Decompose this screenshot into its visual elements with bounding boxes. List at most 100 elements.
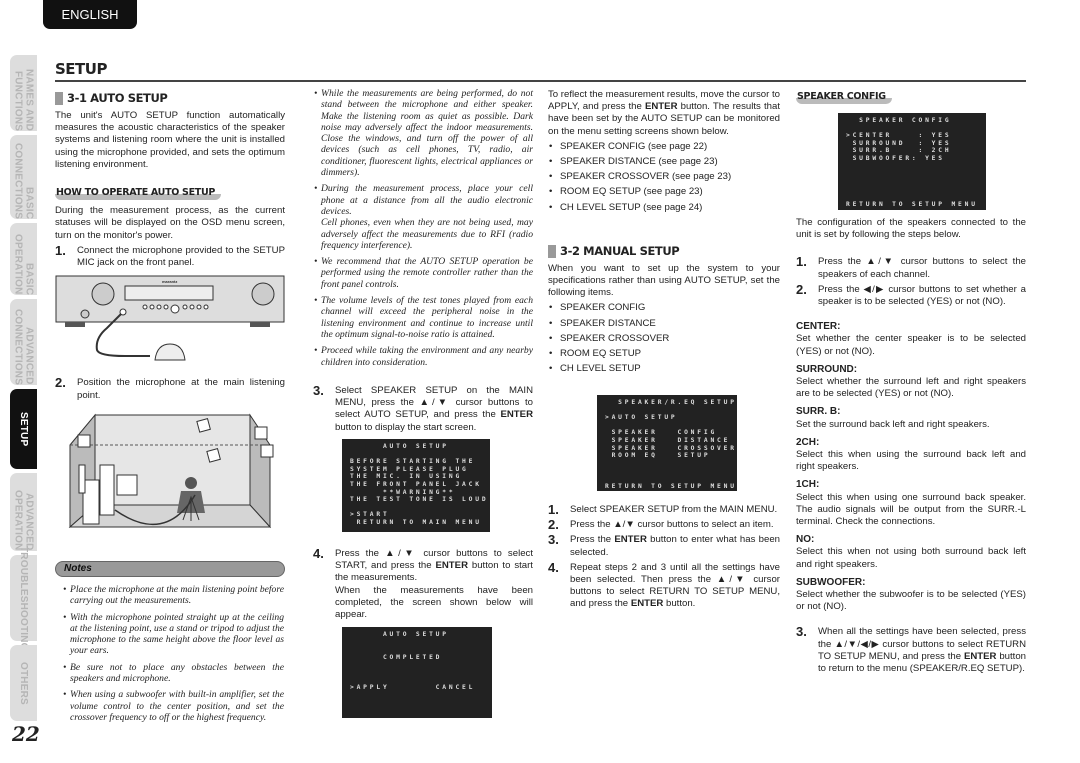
term: CENTER: (796, 321, 841, 333)
term-desc: Select whether the subwoofer is to be se… (796, 589, 1026, 613)
step-text: button. (663, 598, 696, 610)
side-tab-advanced-operation[interactable]: ADVANCED OPERATION (10, 473, 37, 551)
section-heading: 3-1 AUTO SETUP (55, 92, 285, 105)
step-bold: ENTER (500, 409, 533, 421)
title-rule (55, 80, 1026, 82)
step-2: 2. Position the microphone at the main li… (55, 375, 285, 401)
heading-marker (548, 244, 556, 258)
step-text: Press the ▲/▼ cursor buttons to select t… (818, 256, 1026, 280)
column-auto-setup: 3-1 AUTO SETUP The unit's AUTO SETUP fun… (55, 92, 285, 539)
receiver-microphone-illustration: marantz (55, 275, 285, 361)
caution-item: During the measurement process, place yo… (313, 183, 533, 251)
osd-auto-setup-start: AUTO SETUP BEFORE STARTING THE SYSTEM PL… (342, 439, 490, 532)
paragraph: To reflect the measurement results, move… (548, 89, 780, 138)
step-bold: ENTER (963, 650, 997, 662)
term-desc: Select whether the surround left and rig… (796, 376, 1026, 400)
caution-item: We recommend that the AUTO SETUP operati… (313, 256, 533, 290)
side-tab-label: ADVANCED CONNECTIONS (12, 308, 35, 385)
reference-item: SPEAKER CONFIG (see page 22) (548, 141, 780, 153)
side-tab-troubleshooting[interactable]: TROUBLESHOOTING (10, 546, 37, 650)
side-tab-others[interactable]: OTHERS (10, 645, 37, 721)
side-tab-label: OTHERS (18, 661, 29, 705)
notes-header: Notes (55, 561, 285, 577)
list-item: SPEAKER CONFIG (548, 302, 780, 314)
list-item: SPEAKER CROSSOVER (548, 333, 780, 345)
caution-list: While the measurements are being perform… (313, 88, 533, 368)
column-auto-setup-cont: While the measurements are being perform… (313, 88, 533, 373)
step-1: 1. Connect the microphone provided to the… (55, 242, 285, 269)
step-4: 4. Press the ▲/▼ cursor buttons to select… (313, 546, 533, 621)
term-desc: Select this when not using both surround… (796, 546, 1026, 570)
reference-item: SPEAKER DISTANCE (see page 23) (548, 156, 780, 168)
term: SUBWOOFER: (796, 576, 866, 588)
language-tab[interactable]: ENGLISH (43, 0, 137, 29)
caution-item: While the measurements are being perform… (313, 88, 533, 178)
listening-room-illustration (68, 413, 274, 529)
term-desc: Set the surround back left and right spe… (796, 418, 990, 430)
note-item: Place the microphone at the main listeni… (62, 584, 284, 607)
step-text: button to display the start screen. (335, 421, 477, 433)
step-text: Connect the microphone provided to the S… (77, 244, 285, 269)
side-tab-advanced-connections[interactable]: ADVANCED CONNECTIONS (10, 299, 37, 385)
step-bold: ENTER (435, 560, 468, 572)
term: SURROUND: (796, 363, 858, 375)
heading-marker (55, 92, 63, 105)
side-tab-basic-operation[interactable]: BASIC OPERATION (10, 223, 37, 295)
side-tab-setup[interactable]: SETUP (10, 389, 37, 469)
step-text: Position the microphone at the main list… (77, 377, 285, 401)
subheading: SPEAKER CONFIG (796, 91, 892, 105)
intro-text: The unit's AUTO SETUP function automatic… (55, 110, 285, 170)
intro-text: The configuration of the speakers connec… (796, 217, 1026, 241)
term: SURR. B: (796, 406, 841, 418)
speaker-config-body: The configuration of the speakers connec… (796, 217, 1027, 675)
side-tab-label: ADVANCED OPERATION (12, 490, 35, 551)
step-text: Press the ▲/▼ cursor buttons to select a… (570, 519, 774, 531)
list-item: SPEAKER DISTANCE (548, 318, 780, 330)
term-desc: Select this when using the surround back… (796, 449, 1026, 473)
step-text: Press the (570, 534, 615, 546)
manual-steps: 1. Select SPEAKER SETUP from the MAIN MEN… (548, 502, 780, 610)
reference-item: SPEAKER CROSSOVER (see page 23) (548, 171, 780, 183)
term: NO: (796, 534, 815, 546)
intro-text: When you want to set up the system to yo… (548, 262, 780, 299)
osd-speaker-req-setup: SPEAKER/R.EQ SETUP >AUTO SETUP SPEAKER C… (597, 395, 737, 491)
item-list: SPEAKER CONFIG SPEAKER DISTANCE SPEAKER … (548, 302, 780, 375)
term: 1CH: (796, 479, 820, 491)
note-item: Be sure not to place any obstacles betwe… (62, 662, 284, 685)
list-item: ROOM EQ SETUP (548, 348, 780, 360)
step-bold: ENTER (630, 598, 664, 610)
side-tab-basic-connections[interactable]: BASIC CONNECTIONS (10, 135, 37, 219)
caution-item: The volume levels of the test tones play… (313, 295, 533, 340)
reference-item: ROOM EQ SETUP (see page 23) (548, 186, 780, 198)
osd-speaker-config: SPEAKER CONFIG >CENTER : YES SURROUND : … (838, 113, 986, 210)
list-item: CH LEVEL SETUP (548, 363, 780, 375)
receiver-logo: marantz (162, 279, 177, 284)
note-item: When using a subwoofer with built-in amp… (62, 689, 284, 723)
side-tab-label: SETUP (18, 411, 29, 447)
osd-auto-setup-completed: AUTO SETUP COMPLETED >APPLY CANCEL (342, 627, 492, 718)
side-tab-label: BASIC CONNECTIONS (12, 142, 35, 219)
page-title: SETUP (55, 60, 107, 78)
step-text: Press the ◀/▶ cursor buttons to set whet… (818, 283, 1026, 308)
step-text: Select SPEAKER SETUP from the MAIN MENU. (570, 504, 778, 515)
step-3: 3. Select SPEAKER SETUP on the MAIN MENU,… (313, 383, 533, 433)
reference-item: CH LEVEL SETUP (see page 24) (548, 202, 780, 214)
reference-list: SPEAKER CONFIG (see page 22) SPEAKER DIS… (548, 141, 780, 214)
caution-item: Proceed while taking the environment and… (313, 345, 533, 368)
side-tab-label: TROUBLESHOOTING (18, 545, 29, 651)
step-bold: ENTER (614, 534, 647, 546)
paragraph: During the measurement process, as the c… (55, 205, 285, 241)
term: 2CH: (796, 436, 820, 448)
column-speaker-config: SPEAKER CONFIG (796, 89, 1026, 109)
notes-list: Place the microphone at the main listeni… (62, 584, 284, 728)
page-number: 22 (12, 722, 40, 746)
heading-text: 3-1 AUTO SETUP (67, 91, 168, 106)
side-tab-names-and-functions[interactable]: NAMES AND FUNCTIONS (10, 55, 37, 131)
term-desc: Set whether the center speaker is to be … (796, 333, 1026, 357)
heading-text: 3-2 MANUAL SETUP (560, 244, 680, 259)
column-manual-setup: To reflect the measurement results, move… (548, 89, 780, 378)
side-tab-label: BASIC OPERATION (12, 234, 35, 295)
bold-text: ENTER (644, 101, 678, 113)
subheading: HOW TO OPERATE AUTO SETUP (55, 187, 222, 201)
note-item: With the microphone pointed straight up … (62, 612, 284, 657)
